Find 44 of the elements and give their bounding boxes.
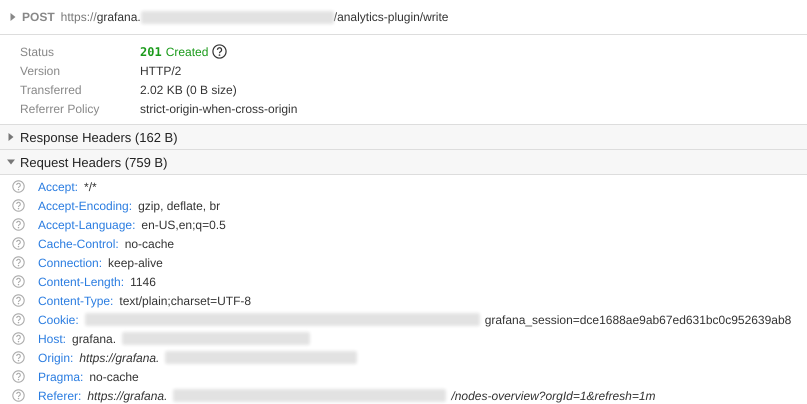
- header-value: text/plain;charset=UTF-8: [119, 294, 252, 308]
- summary-label: Version: [20, 64, 62, 78]
- summary-label: Referrer Policy: [20, 102, 100, 116]
- status-text: Created: [166, 44, 208, 58]
- header-name: Host:: [38, 332, 66, 346]
- header-value: no-cache: [89, 370, 139, 384]
- header-name: Accept-Encoding:: [38, 198, 132, 212]
- summary-label: Transferred: [20, 82, 83, 96]
- url-text: /analytics-plugin/write: [334, 10, 448, 24]
- status-code: 201: [140, 44, 162, 58]
- summary-value: strict-origin-when-cross-origin: [140, 102, 298, 116]
- header-name: Cache-Control:: [38, 236, 119, 250]
- header-value: */*: [84, 180, 97, 194]
- caret-icon: [7, 133, 15, 141]
- section-header[interactable]: Request Headers (759 B): [0, 150, 807, 175]
- help-icon[interactable]: [212, 44, 228, 59]
- header-value: https://grafana.: [87, 388, 168, 402]
- header-name: Cookie:: [38, 312, 79, 326]
- header-value: grafana_session=dce1688ae9ab67ed631bc0c952639ab8: [484, 312, 792, 326]
- header-value: gzip, deflate, br: [138, 198, 220, 212]
- header-value: https://grafana.: [79, 350, 160, 364]
- header-value: 1146: [130, 274, 156, 288]
- header-name: Connection:: [38, 256, 102, 270]
- header-name: Content-Length:: [38, 274, 124, 288]
- header-name: Referer:: [38, 388, 82, 402]
- request-method: POST: [22, 10, 55, 24]
- url-text: grafana.: [96, 10, 141, 24]
- summary-value: HTTP/2: [140, 64, 182, 78]
- url-text: https://: [60, 10, 97, 24]
- summary-value: 2.02 KB (0 B size): [140, 82, 237, 96]
- header-value: en-US,en;q=0.5: [141, 218, 226, 232]
- caret-icon[interactable]: [9, 13, 17, 21]
- summary-label: Status: [20, 44, 56, 58]
- header-name: Content-Type:: [38, 294, 114, 308]
- header-name: Pragma:: [38, 370, 84, 384]
- header-value: /nodes-overview?orgId=1&refresh=1m: [451, 388, 656, 402]
- header-value: keep-alive: [108, 256, 163, 270]
- header-value: no-cache: [124, 236, 174, 250]
- header-name: Origin:: [38, 350, 74, 364]
- header-name: Accept-Language:: [38, 218, 136, 232]
- caret-icon: [7, 158, 15, 166]
- header-name: Accept:: [38, 180, 78, 194]
- header-value: grafana.: [72, 332, 116, 346]
- section-header[interactable]: Response Headers (162 B): [0, 125, 807, 150]
